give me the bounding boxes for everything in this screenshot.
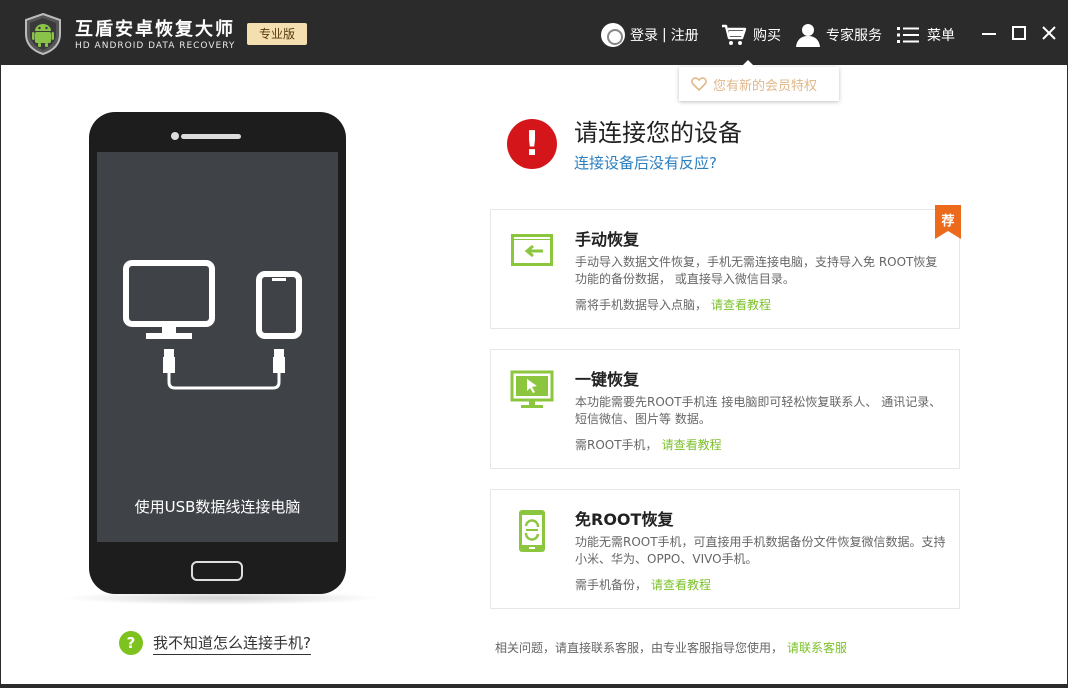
recommended-text: 荐 <box>941 214 955 229</box>
phone-caption: 使用USB数据线连接电脑 <box>134 498 301 516</box>
tooltip-text: 您有新的会员特权 <box>713 78 818 94</box>
tutorial-link[interactable]: 请查看教程 <box>662 438 722 452</box>
tutorial-link[interactable]: 请查看教程 <box>651 578 711 592</box>
card-title: 手动恢复 <box>575 230 640 249</box>
menu-button[interactable]: 菜单 <box>897 21 955 49</box>
bottom-border <box>1 684 1067 688</box>
card-title: 免ROOT恢复 <box>575 510 674 529</box>
phone-camera <box>171 132 179 140</box>
manual-recovery-card[interactable]: 手动恢复 手动导入数据文件恢复，手机无需连接电脑，支持导入免 ROOT恢复功能的… <box>490 209 960 329</box>
phone-sync-icon <box>519 510 545 552</box>
app-title: 互盾安卓恢复大师 <box>75 19 235 40</box>
expert-label: 专家服务 <box>826 28 882 44</box>
buy-label: 购买 <box>753 28 781 44</box>
expert-service-button[interactable]: 专家服务 <box>795 21 882 49</box>
app-window: 互盾安卓恢复大师 HD ANDROID DATA RECOVERY 专业版 登录… <box>0 0 1068 688</box>
monitor-click-icon <box>510 370 554 408</box>
phone-screen: 使用USB数据线连接电脑 <box>97 152 338 542</box>
buy-button[interactable]: 购买 <box>721 21 781 49</box>
no-response-link[interactable]: 连接设备后没有反应? <box>574 152 717 173</box>
close-icon[interactable] <box>1039 23 1059 43</box>
phone-illustration: 使用USB数据线连接电脑 <box>89 112 346 594</box>
member-privilege-tooltip[interactable]: 您有新的会员特权 <box>679 60 839 101</box>
title-bar: 互盾安卓恢复大师 HD ANDROID DATA RECOVERY 专业版 登录… <box>1 1 1067 65</box>
account-nav: 登录 | 注册 <box>601 21 699 49</box>
phone-speaker <box>181 134 241 139</box>
app-subtitle: HD ANDROID DATA RECOVERY <box>75 41 236 51</box>
menu-icon <box>897 27 919 43</box>
no-root-recovery-card[interactable]: 免ROOT恢复 功能无需ROOT手机，可直接用手机数据备份文件恢复微信数据。支持… <box>490 489 960 609</box>
edition-badge: 专业版 <box>247 23 307 45</box>
android-shield-icon <box>25 13 61 55</box>
login-link[interactable]: 登录 <box>630 25 658 45</box>
heart-icon <box>691 77 707 91</box>
user-icon <box>796 24 820 47</box>
nav-separator: | <box>662 27 667 43</box>
card-footnote: 需ROOT手机， 请查看教程 <box>575 436 722 453</box>
card-description: 手动导入数据文件恢复，手机无需连接电脑，支持导入免 ROOT恢复功能的备份数据，… <box>575 255 938 286</box>
phone-home-button <box>191 561 243 581</box>
contact-support-link[interactable]: 请联系客服 <box>787 641 847 655</box>
card-title: 一键恢复 <box>575 370 640 389</box>
minimize-icon[interactable] <box>979 23 999 43</box>
one-click-recovery-card[interactable]: 一键恢复 本功能需要先ROOT手机连 接电脑即可轻松恢复联系人、 通讯记录、短信… <box>490 349 960 469</box>
menu-label: 菜单 <box>927 28 955 44</box>
user-avatar-icon[interactable] <box>601 23 625 47</box>
card-requirement: 需ROOT手机， <box>575 438 658 452</box>
card-requirement: 需手机备份， <box>575 578 648 592</box>
alert-icon: ! <box>507 119 557 169</box>
card-description: 本功能需要先ROOT手机连 接电脑即可轻松恢复联系人、 通讯记录、短信微信、图片… <box>575 395 942 426</box>
usb-connection-icon <box>123 260 302 390</box>
page-title: 请连接您的设备 <box>574 119 742 147</box>
recommended-badge: 荐 <box>935 205 961 239</box>
question-icon: ? <box>119 631 143 655</box>
connect-help-link[interactable]: ? 我不知道怎么连接手机? <box>119 631 311 655</box>
help-link-text: 我不知道怎么连接手机? <box>153 632 311 655</box>
card-footnote: 需手机备份， 请查看教程 <box>575 576 711 593</box>
card-footnote: 需将手机数据导入点脑， 请查看教程 <box>575 296 771 313</box>
register-link[interactable]: 注册 <box>671 25 699 45</box>
tutorial-link[interactable]: 请查看教程 <box>711 298 771 312</box>
footer-text: 相关问题，请直接联系客服，由专业客服指导您使用， <box>495 641 784 655</box>
maximize-icon[interactable] <box>1009 23 1029 43</box>
card-requirement: 需将手机数据导入点脑， <box>575 298 708 312</box>
card-description: 功能无需ROOT手机，可直接用手机数据备份文件恢复微信数据。支持小米、华为、OP… <box>575 535 946 566</box>
cart-icon <box>722 24 747 45</box>
import-icon <box>511 234 553 266</box>
support-footer: 相关问题，请直接联系客服，由专业客服指导您使用， 请联系客服 <box>495 639 847 656</box>
